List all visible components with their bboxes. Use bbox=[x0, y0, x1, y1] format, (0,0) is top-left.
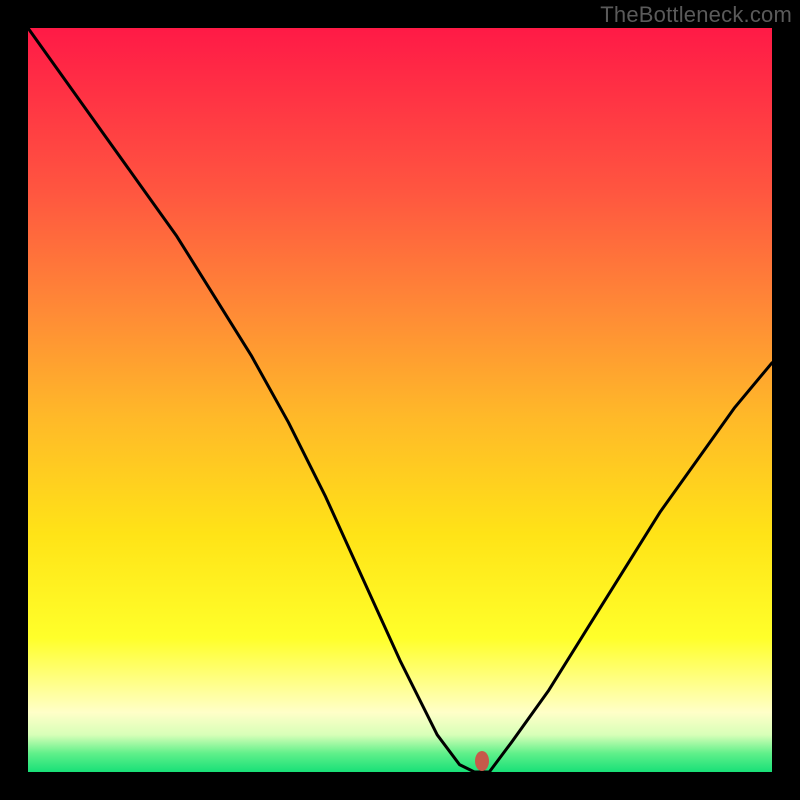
chart-frame: TheBottleneck.com bbox=[0, 0, 800, 800]
bottleneck-curve bbox=[28, 28, 772, 772]
plot-area bbox=[28, 28, 772, 772]
watermark-text: TheBottleneck.com bbox=[600, 2, 792, 28]
optimal-point-marker bbox=[475, 751, 489, 771]
